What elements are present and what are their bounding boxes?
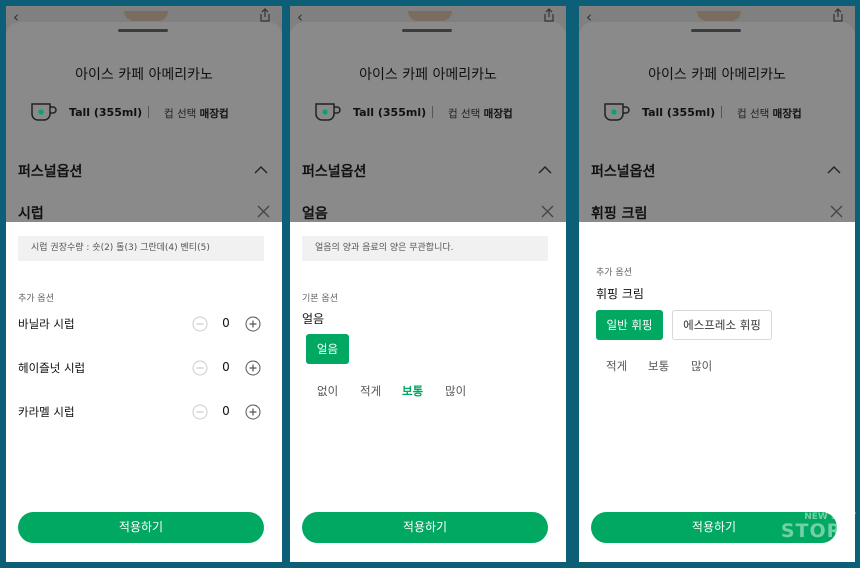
ice-level-less[interactable]: 적게: [360, 383, 381, 399]
extra-options-label: 추가 옵션: [18, 294, 54, 304]
personal-options-title: 퍼스널옵션: [302, 164, 367, 180]
ice-level-none[interactable]: 없이: [317, 383, 338, 399]
syrup-panel: ‹ 아이스 카페 아메리카노 Tall (355ml) 컵 선택 매장컵 퍼스널…: [6, 6, 282, 562]
minus-circle-icon[interactable]: [192, 360, 208, 376]
syrup-row-caramel: 카라멜 시럽 0: [18, 402, 264, 422]
drink-image: [408, 11, 452, 21]
whip-panel: ‹ 아이스 카페 아메리카노 Tall (355ml) 컵 선택 매장컵 퍼스널…: [579, 6, 855, 562]
ice-subtitle: 얼음: [302, 312, 325, 326]
drag-handle[interactable]: [691, 29, 741, 32]
share-icon[interactable]: [258, 8, 272, 22]
cup-select[interactable]: 컵 선택 매장컵: [448, 106, 513, 121]
minus-circle-icon[interactable]: [192, 404, 208, 420]
drag-handle[interactable]: [402, 29, 452, 32]
drink-name: 아이스 카페 아메리카노: [75, 67, 213, 83]
syrup-row-vanilla: 바닐라 시럽 0: [18, 314, 264, 334]
plus-circle-icon[interactable]: [245, 316, 261, 332]
share-icon[interactable]: [831, 8, 845, 22]
chevron-up-icon[interactable]: [538, 166, 552, 174]
syrup-info: 시럽 권장수량 : 숏(2) 톨(3) 그란데(4) 벤티(5): [18, 236, 264, 261]
share-icon[interactable]: [542, 8, 556, 22]
plus-circle-icon[interactable]: [245, 360, 261, 376]
plus-circle-icon[interactable]: [245, 404, 261, 420]
whip-level-less[interactable]: 적게: [606, 358, 627, 374]
drag-handle[interactable]: [118, 29, 168, 32]
drink-image: [697, 11, 741, 21]
drink-name: 아이스 카페 아메리카노: [359, 67, 497, 83]
size-label: Tall (355ml): [642, 106, 716, 119]
extra-options-label: 추가 옵션: [596, 268, 632, 278]
quantity-value: 0: [222, 404, 230, 418]
cup-icon: [315, 103, 341, 121]
cup-select[interactable]: 컵 선택 매장컵: [737, 106, 802, 121]
whip-level-normal[interactable]: 보통: [648, 358, 669, 374]
whip-level-more[interactable]: 많이: [691, 358, 712, 374]
ice-info: 얼음의 양과 음료의 양은 무관합니다.: [302, 236, 548, 261]
sheet-title: 시럽: [18, 206, 44, 222]
dimmed-background: ‹ 아이스 카페 아메리카노 Tall (355ml) 컵 선택 매장컵 퍼스널…: [290, 6, 566, 222]
cup-icon: [31, 103, 57, 121]
ice-panel: ‹ 아이스 카페 아메리카노 Tall (355ml) 컵 선택 매장컵 퍼스널…: [290, 6, 566, 562]
chevron-up-icon[interactable]: [827, 166, 841, 174]
drink-image: [124, 11, 168, 21]
syrup-name: 카라멜 시럽: [18, 405, 75, 419]
ice-level-more[interactable]: 많이: [445, 383, 466, 399]
sheet-title: 얼음: [302, 206, 328, 222]
close-icon[interactable]: [830, 205, 843, 218]
whip-subtitle: 휘핑 크림: [596, 287, 644, 301]
syrup-row-hazelnut: 헤이즐넛 시럽 0: [18, 358, 264, 378]
personal-options-title: 퍼스널옵션: [18, 164, 83, 180]
whip-chip-espresso[interactable]: 에스프레소 휘핑: [672, 310, 772, 340]
quantity-value: 0: [222, 360, 230, 374]
whip-chip-regular[interactable]: 일반 휘핑: [596, 310, 663, 340]
basic-options-label: 기본 옵션: [302, 294, 338, 304]
size-label: Tall (355ml): [69, 106, 143, 119]
apply-button[interactable]: 적용하기: [302, 512, 548, 543]
syrup-name: 헤이즐넛 시럽: [18, 361, 86, 375]
close-icon[interactable]: [257, 205, 270, 218]
size-label: Tall (355ml): [353, 106, 427, 119]
dimmed-background: ‹ 아이스 카페 아메리카노 Tall (355ml) 컵 선택 매장컵 퍼스널…: [6, 6, 282, 222]
cup-select[interactable]: 컵 선택 매장컵: [164, 106, 229, 121]
quantity-value: 0: [222, 316, 230, 330]
ice-chip[interactable]: 얼음: [306, 334, 349, 364]
dimmed-background: ‹ 아이스 카페 아메리카노 Tall (355ml) 컵 선택 매장컵 퍼스널…: [579, 6, 855, 222]
sheet-title: 휘핑 크림: [591, 206, 648, 222]
chevron-up-icon[interactable]: [254, 166, 268, 174]
cup-icon: [604, 103, 630, 121]
minus-circle-icon[interactable]: [192, 316, 208, 332]
ice-level-normal[interactable]: 보통: [402, 383, 423, 399]
syrup-name: 바닐라 시럽: [18, 317, 75, 331]
personal-options-title: 퍼스널옵션: [591, 164, 656, 180]
drink-name: 아이스 카페 아메리카노: [648, 67, 786, 83]
watermark: NEW SEAT STORY: [780, 512, 856, 542]
apply-button[interactable]: 적용하기: [18, 512, 264, 543]
close-icon[interactable]: [541, 205, 554, 218]
